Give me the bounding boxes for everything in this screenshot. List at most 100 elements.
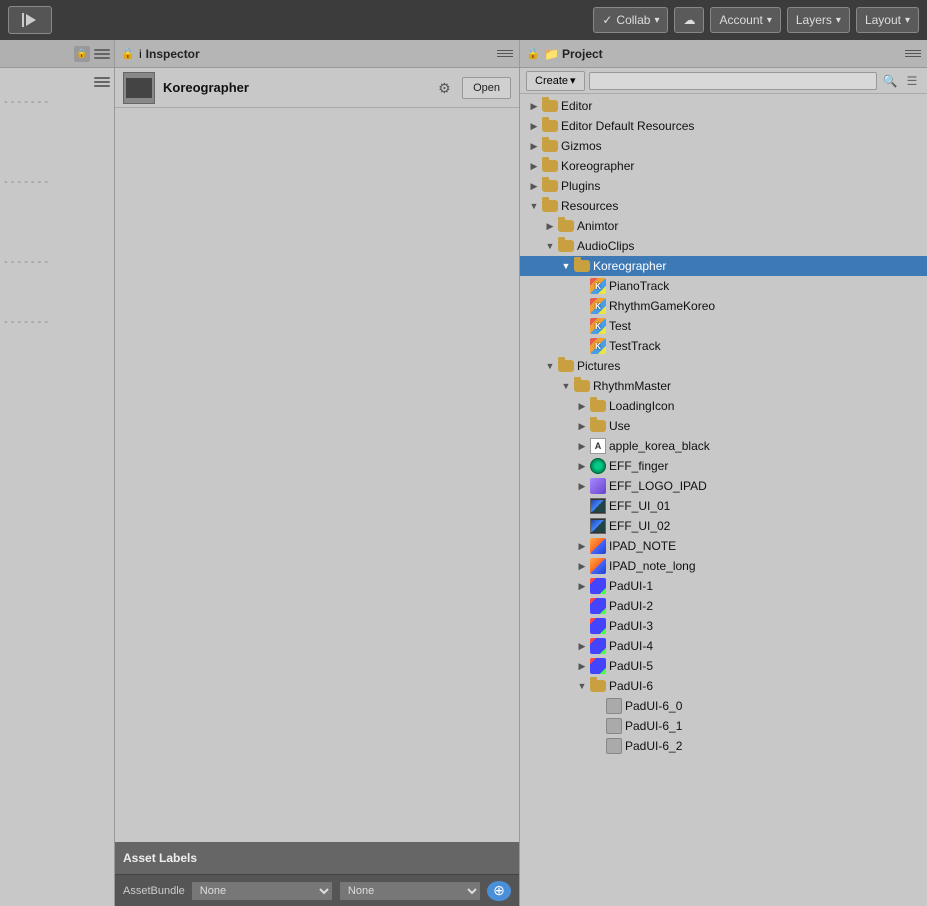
tree-label-padui-6: PadUI-6: [609, 679, 653, 693]
collab-button[interactable]: ✓ Collab ▾: [593, 7, 668, 33]
tree-arrow-audioclips[interactable]: ▼: [542, 238, 558, 254]
tree-arrow-padui-5[interactable]: ▶: [574, 658, 590, 674]
cloud-button[interactable]: ☁: [674, 7, 704, 33]
open-button[interactable]: Open: [462, 77, 511, 99]
tree-arrow-padui-6-0: [590, 698, 606, 714]
tree-item-loadingicon[interactable]: ▶LoadingIcon: [520, 396, 927, 416]
asset-bundle-select-1[interactable]: None: [191, 881, 333, 901]
sidebar-list-icon[interactable]: [94, 74, 110, 90]
tree-arrow-eff-finger[interactable]: ▶: [574, 458, 590, 474]
search-input[interactable]: [589, 72, 877, 90]
circle-icon-eff-finger: [590, 458, 606, 474]
tree-item-pictures[interactable]: ▼Pictures: [520, 356, 927, 376]
tree-label-padui-5: PadUI-5: [609, 659, 653, 673]
layout-arrow-icon: ▾: [905, 15, 910, 26]
sidebar-lock-icon[interactable]: 🔒: [74, 46, 90, 62]
img-icon-eff-ui-01: [590, 498, 606, 514]
tree-item-koreographer[interactable]: ▼ Koreographer: [520, 256, 927, 276]
pad-icon-padui-1: [590, 578, 606, 594]
tree-item-editor[interactable]: ▶Editor: [520, 96, 927, 116]
tree-arrow-use[interactable]: ▶: [574, 418, 590, 434]
tree-item-padui-6-1[interactable]: PadUI-6_1: [520, 716, 927, 736]
tree-item-rhythmmaster[interactable]: ▼RhythmMaster: [520, 376, 927, 396]
tree-arrow-editor[interactable]: ▶: [526, 98, 542, 114]
tree-item-padui-6[interactable]: ▼ PadUI-6: [520, 676, 927, 696]
tree-arrow-ipad-note[interactable]: ▶: [574, 538, 590, 554]
tree-item-koreographer-root[interactable]: ▶Koreographer: [520, 156, 927, 176]
tree-item-padui-1[interactable]: ▶PadUI-1: [520, 576, 927, 596]
tree-arrow-resources[interactable]: ▼: [526, 198, 542, 214]
tree-label-padui-6-1: PadUI-6_1: [625, 719, 682, 733]
tree-arrow-loadingicon[interactable]: ▶: [574, 398, 590, 414]
tree-arrow-plugins[interactable]: ▶: [526, 178, 542, 194]
tree-item-resources[interactable]: ▼Resources: [520, 196, 927, 216]
tree-item-use[interactable]: ▶Use: [520, 416, 927, 436]
tree-item-padui-5[interactable]: ▶ PadUI-5: [520, 656, 927, 676]
pad-icon-padui-4: [590, 638, 606, 654]
tree-arrow-padui-6[interactable]: ▼: [574, 678, 590, 694]
tree-item-padui-2[interactable]: PadUI-2: [520, 596, 927, 616]
layers-button[interactable]: Layers ▾: [787, 7, 850, 33]
tree-arrow-padui-1[interactable]: ▶: [574, 578, 590, 594]
tree-item-animtor[interactable]: ▶Animtor: [520, 216, 927, 236]
tree-item-plugins[interactable]: ▶Plugins: [520, 176, 927, 196]
project-panel: 🔒 📁 Project Create ▾ 🔍 ☰ ▶Editor▶Editor …: [520, 40, 927, 906]
tree-item-editor-default-resources[interactable]: ▶Editor Default Resources: [520, 116, 927, 136]
tree-item-testtrack[interactable]: KTestTrack: [520, 336, 927, 356]
asset-tag-button[interactable]: ⊕: [487, 881, 511, 901]
tree-arrow-rhythmmaster[interactable]: ▼: [558, 378, 574, 394]
tree-item-eff-ui-01[interactable]: EFF_UI_01: [520, 496, 927, 516]
tree-arrow-pictures[interactable]: ▼: [542, 358, 558, 374]
tree-arrow-eff-logo-ipad[interactable]: ▶: [574, 478, 590, 494]
tree-item-rhythmgamekoreo[interactable]: KRhythmGameKoreo: [520, 296, 927, 316]
account-button[interactable]: Account ▾: [710, 7, 780, 33]
filter-icon[interactable]: ☰: [903, 72, 921, 90]
tree-item-test[interactable]: KTest: [520, 316, 927, 336]
tree-arrow-koreographer[interactable]: ▼: [558, 258, 574, 274]
asset-gear-icon[interactable]: ⚙: [438, 80, 454, 96]
koreo-icon-rhythmgamekoreo: K: [590, 298, 606, 314]
folder-icon-rhythmmaster: [574, 380, 590, 392]
asset-name: Koreographer: [163, 80, 430, 95]
project-title: Project: [562, 47, 901, 61]
layout-button[interactable]: Layout ▾: [856, 7, 919, 33]
tree-arrow-animtor[interactable]: ▶: [542, 218, 558, 234]
tree-item-gizmos[interactable]: ▶Gizmos: [520, 136, 927, 156]
tree-item-ipad-note-long[interactable]: ▶IPAD_note_long: [520, 556, 927, 576]
tree-item-padui-3[interactable]: PadUI-3: [520, 616, 927, 636]
inspector-menu-icon[interactable]: [497, 47, 513, 61]
tree-item-apple-korea-black[interactable]: ▶Aapple_korea_black: [520, 436, 927, 456]
sidebar-menu-icon[interactable]: [94, 46, 110, 62]
create-button[interactable]: Create ▾: [526, 71, 585, 91]
folder-icon-loadingicon: [590, 400, 606, 412]
tree-label-koreographer: Koreographer: [593, 259, 666, 273]
tree-item-ipad-note[interactable]: ▶IPAD_NOTE: [520, 536, 927, 556]
tree-arrow-padui-3: [574, 618, 590, 634]
tree-arrow-koreographer-root[interactable]: ▶: [526, 158, 542, 174]
project-lock-icon[interactable]: 🔒: [526, 47, 540, 61]
sidebar-content: - - - - - - - - - - - - - - - - - - - - …: [0, 68, 114, 906]
koreo-icon-test: K: [590, 318, 606, 334]
tree-arrow-editor-default-resources[interactable]: ▶: [526, 118, 542, 134]
tree-item-eff-ui-02[interactable]: EFF_UI_02: [520, 516, 927, 536]
tree-item-pianotrack[interactable]: KPianoTrack: [520, 276, 927, 296]
asset-bundle-select-2[interactable]: None: [339, 881, 481, 901]
inspector-body: [115, 108, 519, 842]
tree-arrow-ipad-note-long[interactable]: ▶: [574, 558, 590, 574]
project-menu-icon[interactable]: [905, 47, 921, 61]
top-toolbar: ✓ Collab ▾ ☁ Account ▾ Layers ▾ Layout ▾: [0, 0, 927, 40]
folder-icon-koreographer-root: [542, 160, 558, 172]
play-button[interactable]: [8, 6, 52, 34]
tree-item-eff-logo-ipad[interactable]: ▶EFF_LOGO_IPAD: [520, 476, 927, 496]
folder-icon-editor: [542, 100, 558, 112]
tree-arrow-apple-korea-black[interactable]: ▶: [574, 438, 590, 454]
tree-item-audioclips[interactable]: ▼AudioClips: [520, 236, 927, 256]
search-icon[interactable]: 🔍: [881, 72, 899, 90]
tree-arrow-gizmos[interactable]: ▶: [526, 138, 542, 154]
tree-item-eff-finger[interactable]: ▶EFF_finger: [520, 456, 927, 476]
tree-item-padui-6-0[interactable]: PadUI-6_0: [520, 696, 927, 716]
tree-item-padui-4[interactable]: ▶PadUI-4: [520, 636, 927, 656]
tree-item-padui-6-2[interactable]: PadUI-6_2: [520, 736, 927, 756]
tree-arrow-padui-4[interactable]: ▶: [574, 638, 590, 654]
inspector-lock-icon[interactable]: 🔒: [121, 47, 135, 61]
